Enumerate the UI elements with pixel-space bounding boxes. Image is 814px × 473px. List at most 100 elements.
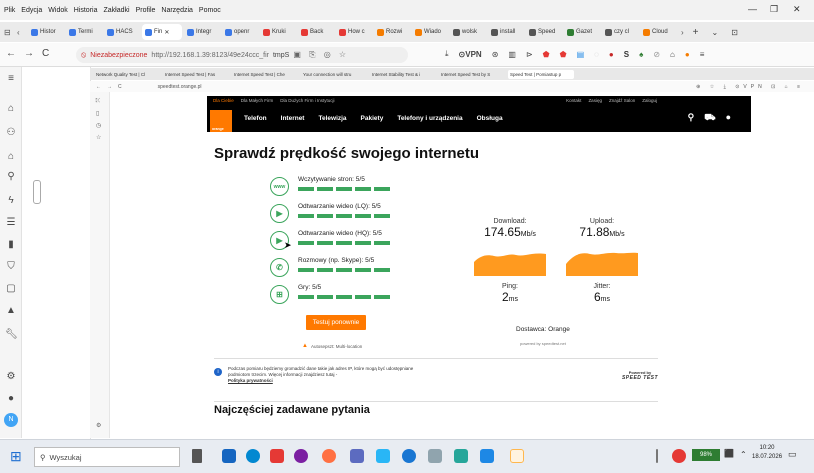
topnav-link[interactable]: Znajdź Salon	[609, 98, 635, 103]
extension-icon[interactable]: ♠	[639, 50, 643, 59]
menu-view[interactable]: Widok	[48, 7, 67, 14]
reader-icon[interactable]: ⊳	[526, 50, 533, 59]
maximize-button[interactable]: ❐	[770, 4, 778, 15]
app-icon[interactable]	[270, 449, 284, 463]
inner-browser-tab[interactable]: Internet Speed Test by S	[439, 70, 505, 79]
tab-scroll-left-icon[interactable]: ‹	[17, 28, 25, 37]
extension-icon[interactable]: ⬟	[543, 50, 550, 59]
cart-icon[interactable]: ⛟	[704, 112, 725, 122]
topnav-link[interactable]: Dla Ciebie	[213, 98, 234, 103]
reload-button[interactable]: C	[42, 48, 49, 59]
retest-button[interactable]: Testuj ponownie	[306, 315, 366, 330]
menu-help[interactable]: Pomoc	[199, 7, 221, 14]
wrench-icon[interactable]: 🔧︎	[5, 329, 18, 340]
inner-reload-button[interactable]: C	[118, 84, 122, 90]
settings-icon[interactable]: ⚙	[5, 371, 17, 382]
browser-tab[interactable]: Gazet	[564, 24, 600, 40]
topnav-link[interactable]: Dla Małych Firm	[241, 98, 274, 103]
home-icon[interactable]: ⌂	[670, 50, 675, 59]
browser-tab[interactable]: Rozwi	[374, 24, 410, 40]
insecure-icon[interactable]: ⦸	[81, 50, 86, 60]
app-icon[interactable]	[376, 449, 390, 463]
inner-browser-tab[interactable]: Internet Speed Test | Che	[232, 70, 298, 79]
chart-icon[interactable]: ▮	[5, 239, 17, 250]
extension-icon[interactable]: ⬟	[560, 50, 567, 59]
topnav-link[interactable]: Zaloguj	[642, 98, 657, 103]
library-icon[interactable]: ▥	[508, 50, 516, 59]
browser-tab[interactable]: wolsk	[450, 24, 486, 40]
home-assistant-icon[interactable]	[510, 449, 524, 463]
nav-obsluga[interactable]: Obsługa	[477, 115, 503, 122]
app-icon[interactable]	[480, 449, 494, 463]
taskbar-search[interactable]: ⚲ Wyszukaj	[34, 447, 180, 467]
tray-icon[interactable]: ⬛	[724, 449, 734, 458]
house-icon[interactable]: ⌂	[5, 151, 17, 162]
browser-tab[interactable]: Back	[298, 24, 334, 40]
orange-logo[interactable]: orange	[210, 110, 232, 132]
topnav-link[interactable]: Dla Dużych Firm i Instytucji	[280, 98, 334, 103]
menu-bookmarks[interactable]: Zakładki	[103, 7, 129, 14]
download-icon[interactable]: ⤓	[445, 49, 449, 59]
inner-forward-button[interactable]: →	[107, 84, 112, 90]
extension-icon[interactable]: ●	[609, 50, 614, 59]
minimize-button[interactable]: —	[748, 4, 757, 14]
extension-icon[interactable]: ▤	[577, 50, 585, 59]
app-icon[interactable]	[246, 449, 260, 463]
browser-tab[interactable]: Termi	[66, 24, 102, 40]
nav-telefony[interactable]: Telefony i urządzenia	[397, 115, 462, 122]
nav-internet[interactable]: Internet	[281, 115, 305, 122]
nav-telefon[interactable]: Telefon	[244, 115, 267, 122]
inner-browser-tab[interactable]: Your connection will stru	[301, 70, 367, 79]
close-window-button[interactable]: ✕	[793, 4, 801, 15]
shield-icon[interactable]: ⛉	[5, 261, 17, 272]
extension-icon[interactable]: ◌	[594, 50, 599, 59]
inner-browser-tab[interactable]: Internet Stability Test & i	[370, 70, 436, 79]
nav-telewizja[interactable]: Telewizja	[318, 115, 346, 122]
lightning-icon[interactable]: ϟ	[5, 195, 17, 206]
menu-tools[interactable]: Narzędzia	[161, 7, 193, 14]
user-icon[interactable]: ●	[726, 112, 741, 122]
tab-overflow-icon[interactable]: ⌄	[712, 28, 719, 37]
bookmark-icon[interactable]: ☆	[96, 134, 101, 141]
browser-tab[interactable]: Kruki	[260, 24, 296, 40]
extension-icon[interactable]: ⊡	[731, 28, 738, 37]
chevron-up-icon[interactable]: ⌃	[740, 450, 747, 459]
app-icon[interactable]	[294, 449, 308, 463]
calendar-icon[interactable]: ▢	[5, 283, 17, 294]
inner-url-text[interactable]: speedtest.orange.pl	[158, 84, 202, 90]
topnav-link[interactable]: Kontakt	[566, 98, 581, 103]
sidebar-handle[interactable]	[33, 180, 41, 204]
extension-icon[interactable]: ●	[685, 50, 690, 59]
notification-icon[interactable]: ▭	[788, 449, 797, 460]
history-icon[interactable]: ◷	[96, 122, 101, 129]
browser-tab[interactable]: Integr	[184, 24, 220, 40]
notification-icon[interactable]: ●	[5, 393, 17, 404]
nav-pakiety[interactable]: Pakiety	[361, 115, 384, 122]
tab-scroll-right-icon[interactable]: ›	[681, 28, 684, 37]
close-tab-icon[interactable]: ✕	[164, 29, 169, 36]
app-icon[interactable]	[428, 449, 442, 463]
menu-history[interactable]: Historia	[74, 7, 98, 14]
privacy-link[interactable]: Polityka prywatności	[228, 378, 273, 383]
forward-button[interactable]: →	[24, 48, 34, 59]
media-icon[interactable]: ▲	[5, 305, 17, 316]
page-action-icons[interactable]: ▣ ⎘ ◎ ☆	[293, 50, 349, 60]
back-button[interactable]: ←	[6, 48, 16, 59]
browser-tab[interactable]: Histor	[28, 24, 64, 40]
avatar[interactable]: N	[4, 413, 18, 427]
url-text[interactable]: http://192.168.1.39:8123/49e24ccc_fir	[151, 52, 269, 59]
tray-icon[interactable]	[672, 449, 686, 463]
browser-tab[interactable]: HACS	[104, 24, 140, 40]
sidebar-icon[interactable]: ▯	[96, 110, 99, 117]
browser-tab[interactable]: install	[488, 24, 524, 40]
extension-icon[interactable]: ⊛	[492, 50, 499, 59]
app-icon[interactable]	[454, 449, 468, 463]
vpn-button[interactable]: ⊙VPN	[459, 50, 482, 59]
topnav-link[interactable]: Zasięg	[588, 98, 602, 103]
menu-profiles[interactable]: Profile	[136, 7, 156, 14]
browser-tab[interactable]: openr	[222, 24, 258, 40]
settings-icon[interactable]: ⚙	[96, 422, 101, 429]
search-icon[interactable]: ⚲	[688, 112, 705, 122]
browser-tab[interactable]: czy cl	[602, 24, 638, 40]
firefox-icon[interactable]	[322, 449, 336, 463]
